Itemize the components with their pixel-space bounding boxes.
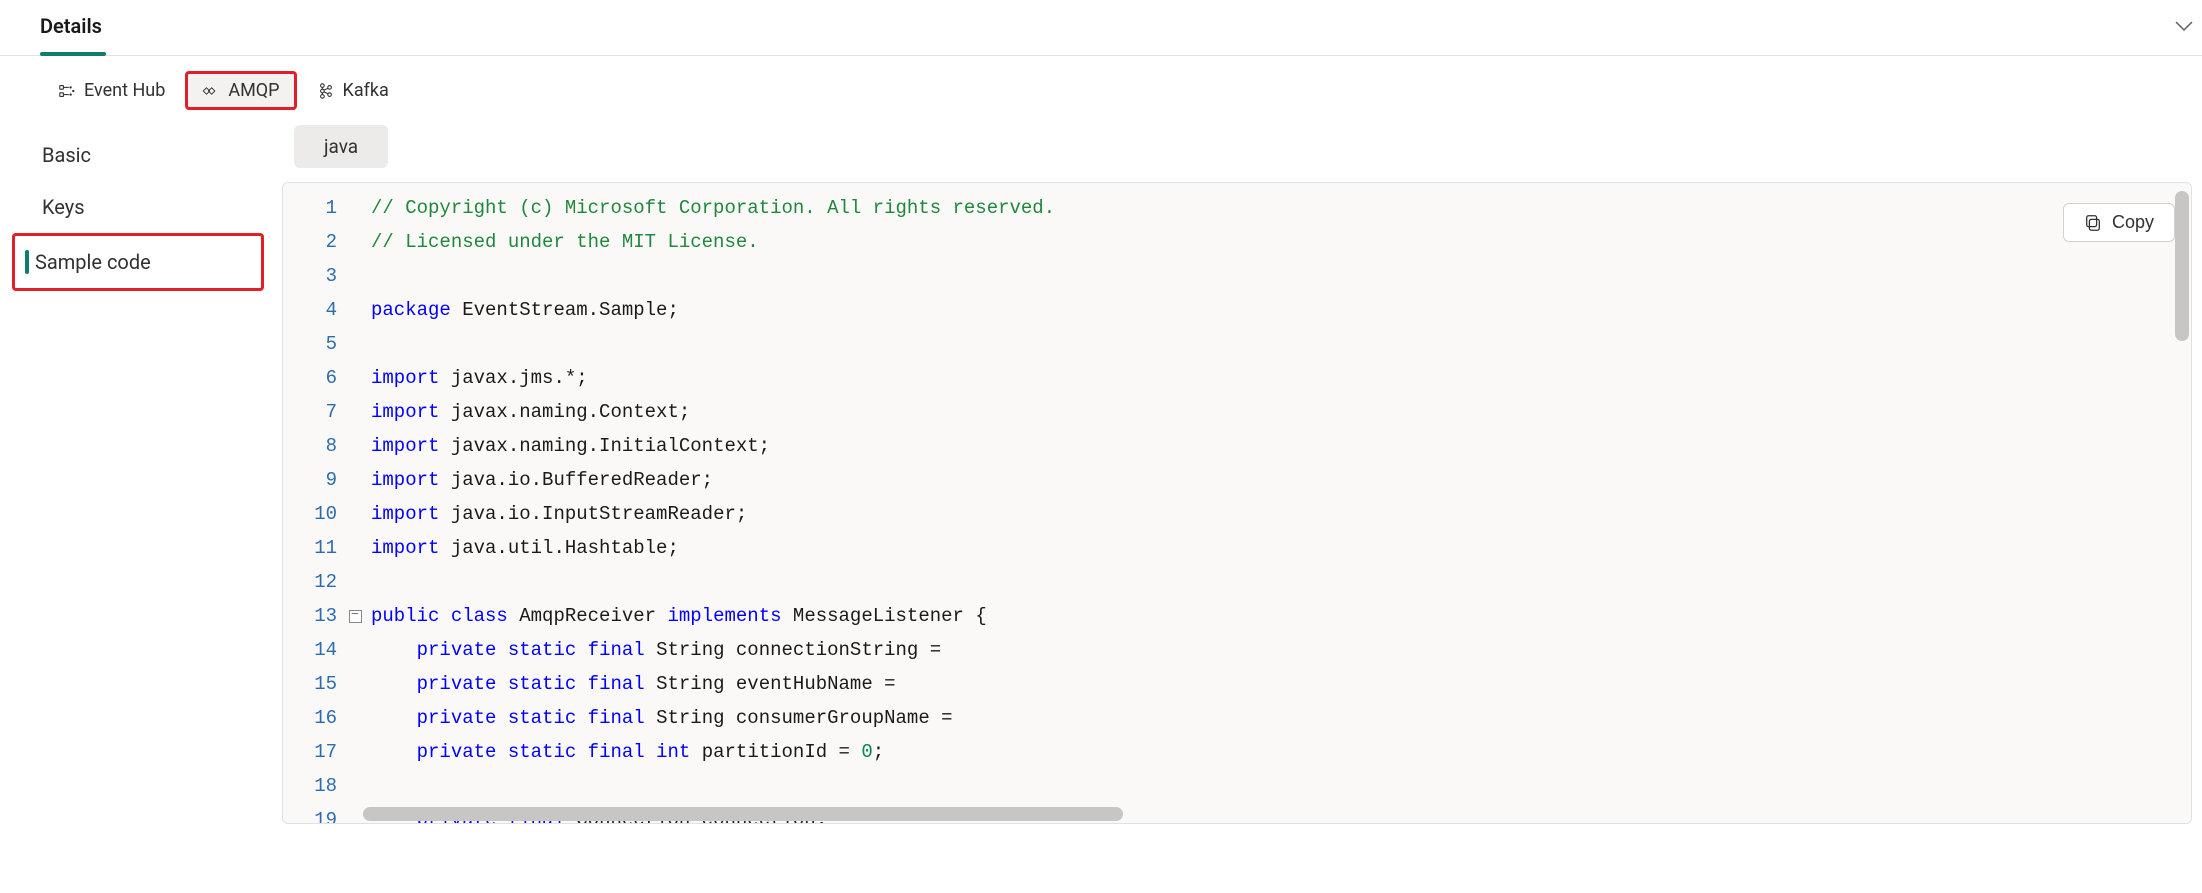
line-number: 5	[283, 327, 337, 361]
line-number: 7	[283, 395, 337, 429]
line-number: 18	[283, 769, 337, 803]
code-line: import javax.naming.Context;	[371, 395, 2185, 429]
line-number: 10	[283, 497, 337, 531]
fold-slot	[347, 769, 365, 803]
fold-slot	[347, 259, 365, 293]
content-area: java Copy 12345678910111213141516171819 …	[264, 125, 2202, 893]
protocol-tab-label: Kafka	[343, 80, 389, 101]
line-number: 9	[283, 463, 337, 497]
protocol-tabs: Event Hub AMQP Kafka	[0, 56, 2202, 125]
fold-slot	[347, 361, 365, 395]
fold-slot	[347, 531, 365, 565]
code-line: package EventStream.Sample;	[371, 293, 2185, 327]
sidebar: Basic Keys Sample code	[0, 125, 264, 893]
line-number: 6	[283, 361, 337, 395]
fold-slot	[347, 225, 365, 259]
fold-slot	[347, 293, 365, 327]
line-number: 16	[283, 701, 337, 735]
protocol-tab-label: AMQP	[228, 80, 279, 101]
protocol-tab-label: Event Hub	[84, 80, 165, 101]
language-chip-java[interactable]: java	[294, 125, 388, 168]
details-tab[interactable]: Details	[40, 14, 102, 42]
code-line: private static final String eventHubName…	[371, 667, 2185, 701]
event-hub-icon	[58, 82, 76, 100]
fold-slot	[347, 463, 365, 497]
code-line	[371, 327, 2185, 361]
details-tab-underline	[40, 52, 106, 56]
line-number: 8	[283, 429, 337, 463]
kafka-icon	[317, 82, 335, 100]
line-number: 11	[283, 531, 337, 565]
fold-slot	[347, 191, 365, 225]
chevron-down-icon[interactable]	[2174, 16, 2194, 36]
line-number: 2	[283, 225, 337, 259]
fold-slot	[347, 497, 365, 531]
fold-toggle-icon[interactable]	[347, 599, 365, 633]
fold-slot	[347, 701, 365, 735]
code-line	[371, 259, 2185, 293]
amqp-icon	[202, 82, 220, 100]
code-line: import java.util.Hashtable;	[371, 531, 2185, 565]
protocol-tab-kafka[interactable]: Kafka	[301, 70, 405, 111]
fold-slot	[347, 429, 365, 463]
code-line: import java.io.InputStreamReader;	[371, 497, 2185, 531]
fold-slot	[347, 327, 365, 361]
code-line	[371, 769, 2185, 803]
code-line: import java.io.BufferedReader;	[371, 463, 2185, 497]
code-line: private static final String connectionSt…	[371, 633, 2185, 667]
code-line: import javax.naming.InitialContext;	[371, 429, 2185, 463]
fold-slot	[347, 395, 365, 429]
code-block: Copy 12345678910111213141516171819 // Co…	[282, 182, 2192, 824]
header-right	[2174, 16, 2194, 40]
top-header: Details	[0, 0, 2202, 56]
copy-button-label: Copy	[2112, 212, 2154, 233]
line-number: 17	[283, 735, 337, 769]
code-line: private static final String consumerGrou…	[371, 701, 2185, 735]
fold-slot	[347, 667, 365, 701]
fold-slot	[347, 633, 365, 667]
code-scroll[interactable]: 12345678910111213141516171819 // Copyrig…	[283, 183, 2191, 823]
line-number: 1	[283, 191, 337, 225]
line-number: 19	[283, 803, 337, 823]
code-body: // Copyright (c) Microsoft Corporation. …	[365, 183, 2191, 823]
sidebar-item-keys[interactable]: Keys	[22, 181, 264, 233]
line-number: 15	[283, 667, 337, 701]
sidebar-item-basic[interactable]: Basic	[22, 129, 264, 181]
code-line: // Copyright (c) Microsoft Corporation. …	[371, 191, 2185, 225]
fold-gutter	[347, 183, 365, 823]
vertical-scrollbar[interactable]	[2175, 191, 2189, 341]
line-number: 13	[283, 599, 337, 633]
code-line: public class AmqpReceiver implements Mes…	[371, 599, 2185, 633]
code-line	[371, 565, 2185, 599]
protocol-tab-event-hub[interactable]: Event Hub	[42, 70, 181, 111]
sidebar-item-sample-code[interactable]: Sample code	[12, 233, 264, 291]
horizontal-scrollbar[interactable]	[363, 807, 1123, 821]
fold-slot	[347, 735, 365, 769]
protocol-tab-amqp[interactable]: AMQP	[185, 71, 296, 110]
code-line: // Licensed under the MIT License.	[371, 225, 2185, 259]
main-area: Basic Keys Sample code java Copy 1234567…	[0, 125, 2202, 893]
line-number-gutter: 12345678910111213141516171819	[283, 183, 347, 823]
line-number: 4	[283, 293, 337, 327]
code-line: import javax.jms.*;	[371, 361, 2185, 395]
copy-icon	[2084, 214, 2102, 232]
code-line: private static final int partitionId = 0…	[371, 735, 2185, 769]
line-number: 14	[283, 633, 337, 667]
line-number: 12	[283, 565, 337, 599]
copy-button[interactable]: Copy	[2063, 203, 2175, 242]
fold-slot	[347, 565, 365, 599]
line-number: 3	[283, 259, 337, 293]
